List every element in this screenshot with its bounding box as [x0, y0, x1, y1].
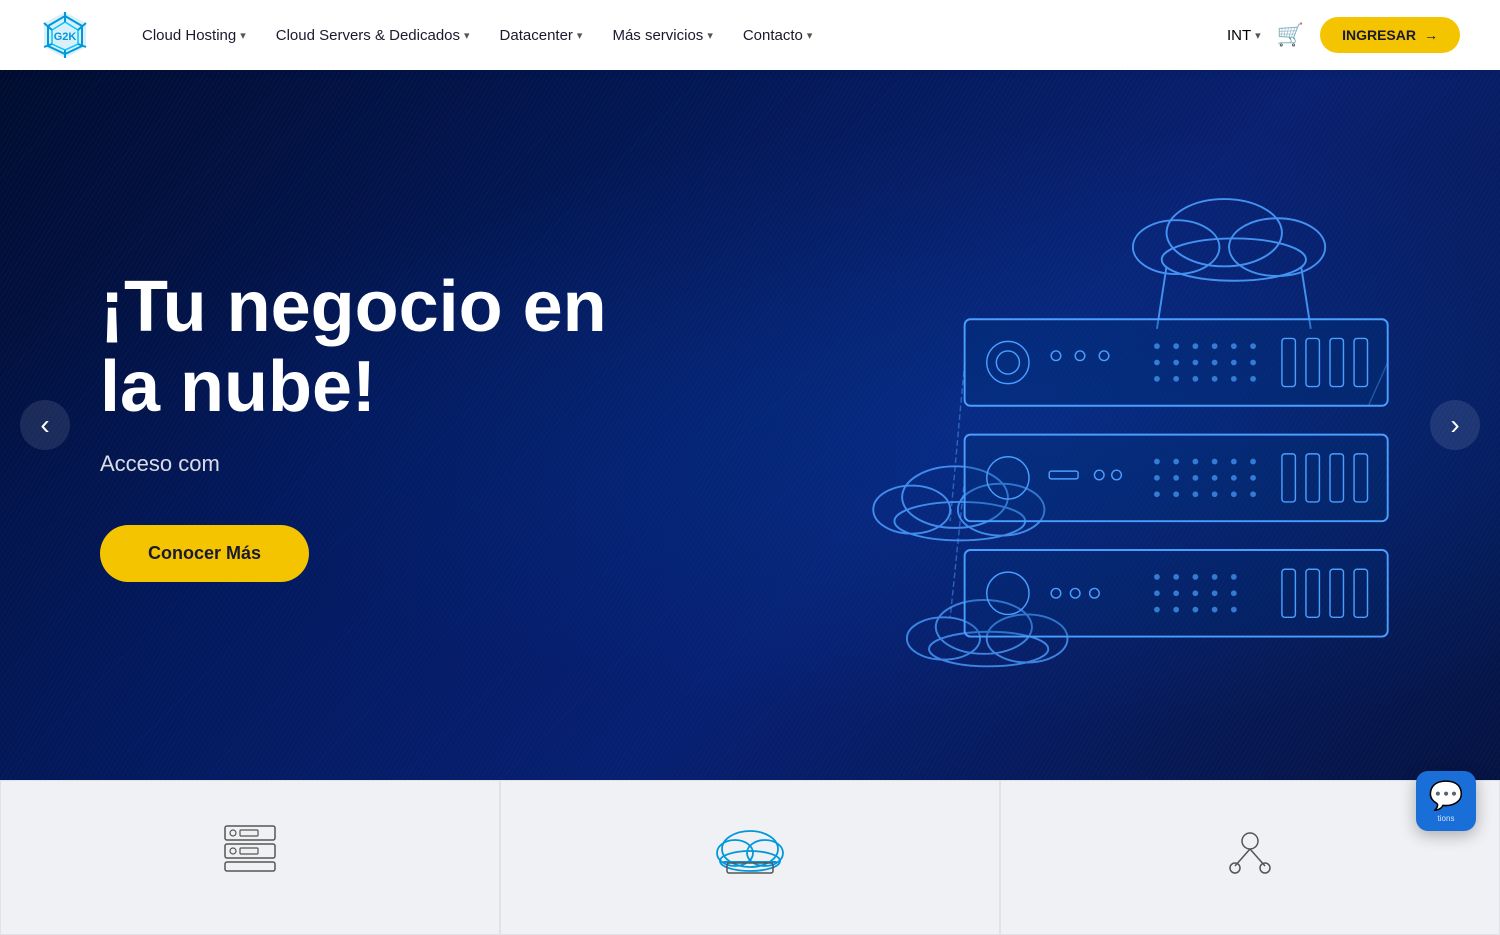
- chat-icon: 💬: [1429, 779, 1464, 812]
- cart-icon[interactable]: 🛒: [1277, 22, 1304, 48]
- chevron-down-icon: ▾: [464, 29, 470, 42]
- hero-illustration: [740, 175, 1420, 675]
- chevron-down-icon: ▾: [707, 29, 713, 42]
- nav-right: INT ▾ 🛒 INGRESAR →: [1227, 17, 1460, 53]
- hero-content: ¡Tu negocio en la nube! Acceso com Conoc…: [0, 268, 650, 581]
- region-selector[interactable]: INT ▾: [1227, 27, 1261, 44]
- nav-item-mas-servicios[interactable]: Más servicios ▾: [600, 19, 724, 52]
- carousel-prev-button[interactable]: ‹: [20, 400, 70, 450]
- nav-links: Cloud Hosting ▾ Cloud Servers & Dedicado…: [130, 19, 824, 52]
- chevron-down-icon: ▾: [240, 29, 246, 42]
- hero-title: ¡Tu negocio en la nube!: [100, 268, 650, 426]
- carousel-next-button[interactable]: ›: [1430, 400, 1480, 450]
- svg-text:G2K: G2K: [54, 31, 77, 43]
- ingresar-button[interactable]: INGRESAR →: [1320, 17, 1460, 53]
- chat-widget[interactable]: 💬 tions: [1416, 771, 1476, 831]
- nav-item-contacto[interactable]: Contacto ▾: [731, 19, 825, 52]
- cards-row: [0, 780, 1500, 935]
- nav-item-cloud-hosting[interactable]: Cloud Hosting ▾: [130, 19, 258, 52]
- chevron-down-icon: ▾: [807, 29, 813, 42]
- logo[interactable]: G2K: [40, 10, 90, 60]
- arrow-right-icon: →: [1424, 27, 1438, 43]
- chevron-down-icon: ▾: [1255, 29, 1261, 42]
- chat-label: tions: [1438, 814, 1455, 823]
- nav-left: G2K Cloud Hosting ▾ Cloud Servers & Dedi…: [40, 10, 824, 60]
- card-hosting: [0, 780, 500, 935]
- navbar: G2K Cloud Hosting ▾ Cloud Servers & Dedi…: [0, 0, 1500, 70]
- hero-subtitle: Acceso com: [100, 451, 650, 477]
- chevron-down-icon: ▾: [577, 29, 583, 42]
- nav-item-datacenter[interactable]: Datacenter ▾: [488, 19, 595, 52]
- know-more-button[interactable]: Conocer Más: [100, 525, 309, 582]
- nav-item-cloud-servers[interactable]: Cloud Servers & Dedicados ▾: [264, 19, 482, 52]
- hero-section: ‹ › ¡Tu negocio en la nube! Acceso com C…: [0, 70, 1500, 780]
- card-cloud: [500, 780, 1000, 935]
